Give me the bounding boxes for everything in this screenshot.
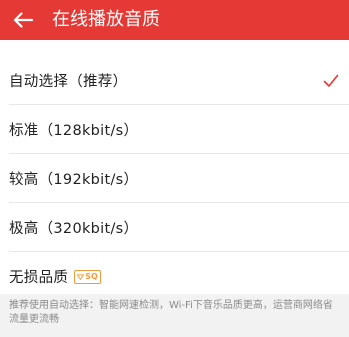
page-title: 在线播放音质 — [52, 9, 160, 30]
quality-option-label: 标准（128kbit/s） — [9, 123, 139, 139]
sq-badge-text: SQ — [85, 271, 98, 281]
quality-option-list: 自动选择（推荐） 标准（128kbit/s） 较高（192kbit/s） 极高（… — [0, 56, 349, 301]
quality-option-label: 自动选择（推荐） — [9, 74, 128, 90]
back-button[interactable] — [0, 0, 46, 40]
header-bar: 在线播放音质 — [0, 0, 349, 40]
quality-option-standard[interactable]: 标准（128kbit/s） — [0, 105, 349, 154]
quality-option-label: 较高（192kbit/s） — [9, 172, 139, 188]
arrow-left-icon — [13, 12, 34, 28]
quality-option-high[interactable]: 较高（192kbit/s） — [0, 154, 349, 203]
quality-option-label: 极高（320kbit/s） — [9, 221, 139, 237]
footer-note-area: 推荐使用自动选择：智能网速检测，Wi-Fi下音乐品质更高，运营商网络省流量更流畅 — [0, 294, 349, 337]
quality-option-label: 无损品质 — [9, 270, 69, 286]
footer-note: 推荐使用自动选择：智能网速检测，Wi-Fi下音乐品质更高，运营商网络省流量更流畅 — [9, 300, 333, 325]
quality-option-very-high[interactable]: 极高（320kbit/s） — [0, 203, 349, 252]
quality-option-auto[interactable]: 自动选择（推荐） — [0, 56, 349, 105]
quality-settings-screen: 在线播放音质 自动选择（推荐） 标准（128kbit/s） 较高（192kbit… — [0, 0, 349, 337]
sq-badge: SQ — [74, 269, 101, 284]
checkmark-icon — [323, 74, 339, 87]
diamond-icon — [77, 274, 85, 280]
